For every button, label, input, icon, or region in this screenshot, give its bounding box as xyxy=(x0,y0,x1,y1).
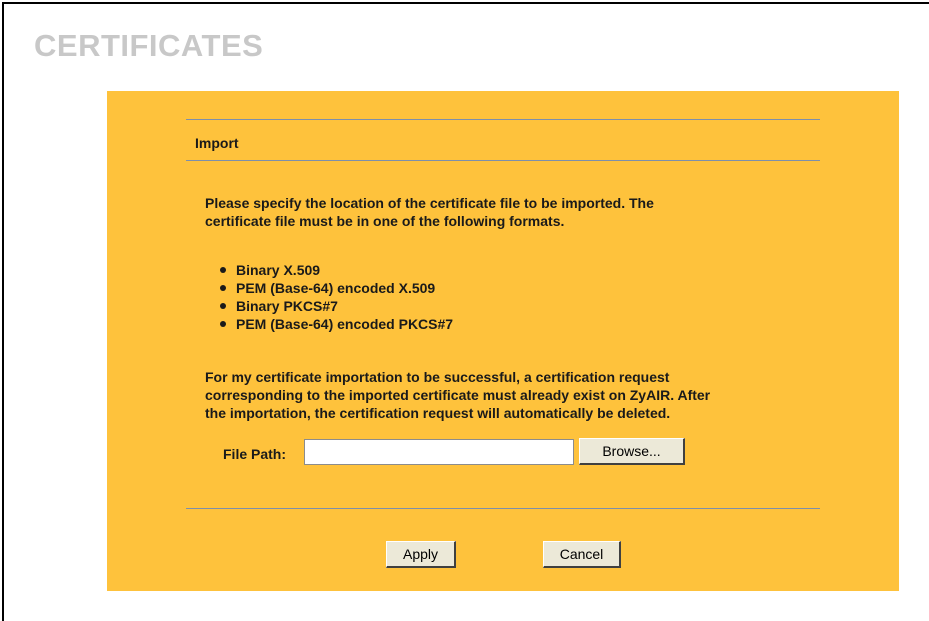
import-panel: Import Please specify the location of th… xyxy=(107,91,899,591)
divider-top xyxy=(186,119,820,120)
note-line-2: corresponding to the imported certificat… xyxy=(205,387,711,403)
bullet-icon xyxy=(220,285,226,291)
intro-line-2: certificate file must be in one of the f… xyxy=(205,213,565,229)
bullet-icon xyxy=(220,303,226,309)
apply-button[interactable]: Apply xyxy=(386,541,456,568)
list-item: PEM (Base-64) encoded PKCS#7 xyxy=(214,315,453,333)
cancel-button[interactable]: Cancel xyxy=(543,541,621,568)
note-text: For my certificate importation to be suc… xyxy=(205,368,710,422)
browse-button[interactable]: Browse... xyxy=(579,438,685,465)
list-item: Binary X.509 xyxy=(214,261,453,279)
bullet-icon xyxy=(220,267,226,273)
page-frame: CERTIFICATES Import Please specify the l… xyxy=(2,2,929,621)
note-line-1: For my certificate importation to be suc… xyxy=(205,369,670,385)
list-item: Binary PKCS#7 xyxy=(214,297,453,315)
note-line-3: the importation, the certification reque… xyxy=(205,405,671,421)
file-path-label: File Path: xyxy=(223,446,287,462)
intro-text: Please specify the location of the certi… xyxy=(205,194,654,230)
section-title: Import xyxy=(195,135,239,151)
intro-line-1: Please specify the location of the certi… xyxy=(205,195,654,211)
divider-bottom xyxy=(186,508,820,509)
file-path-input[interactable] xyxy=(304,439,574,465)
bullet-icon xyxy=(220,321,226,327)
list-item: PEM (Base-64) encoded X.509 xyxy=(214,279,453,297)
format-list: Binary X.509 PEM (Base-64) encoded X.509… xyxy=(214,261,453,333)
divider-header xyxy=(186,160,820,161)
page-title: CERTIFICATES xyxy=(34,28,264,63)
